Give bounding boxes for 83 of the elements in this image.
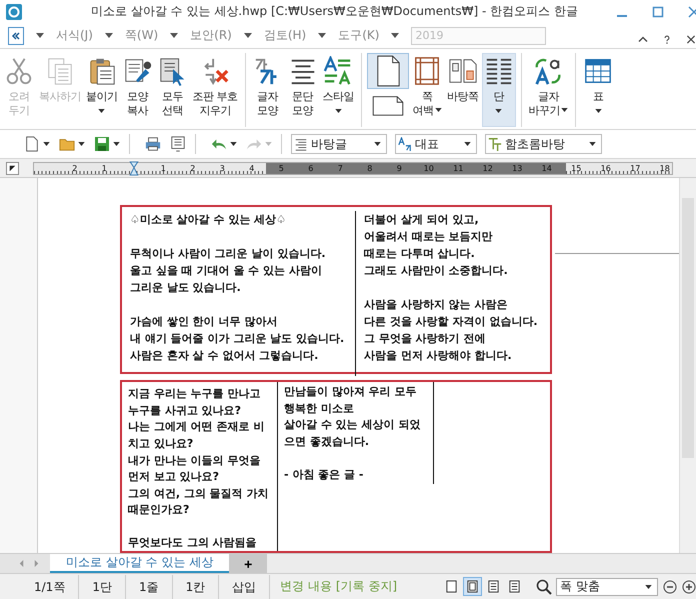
status-item[interactable]: 1줄 [126, 574, 173, 599]
scissors-icon [4, 56, 34, 86]
language-icon [398, 137, 412, 152]
zoom-in-icon[interactable] [682, 580, 696, 594]
toolbar-dropdown[interactable]: 바탕글 [291, 134, 387, 154]
menu-item[interactable]: 서식(J) [56, 27, 93, 44]
document-tab[interactable]: 미소로 살아갈 수 있는 세상 [50, 554, 230, 574]
paragraph: - 아침 좋은 글 - [284, 466, 364, 483]
indent-marker-icon[interactable] [128, 160, 139, 176]
caret-icon[interactable] [170, 33, 178, 38]
ribbon-button[interactable]: 바탕쪽 [445, 52, 480, 127]
status-item[interactable]: 1/1쪽 [0, 574, 80, 599]
ribbon-button[interactable]: 표 [581, 52, 615, 127]
chevron-up-icon[interactable] [638, 35, 648, 44]
ribbon-button[interactable]: 조판 부호 지우기 [190, 52, 240, 127]
caret-icon [464, 142, 471, 146]
paragraph: 무엇보다도 그의 사람됨을 [128, 535, 258, 551]
maximize-icon[interactable] [652, 6, 664, 18]
search-icon[interactable] [536, 578, 552, 595]
vertical-scrollbar[interactable] [679, 178, 696, 554]
caret-icon[interactable] [36, 33, 44, 38]
menu-item[interactable]: 쪽(W) [124, 27, 158, 44]
ribbon-button[interactable]: 스타일 [320, 52, 356, 127]
ribbon-button[interactable]: 글자 바꾸기 [526, 52, 570, 127]
help-icon[interactable] [662, 35, 672, 44]
preview-icon[interactable] [170, 136, 186, 152]
ribbon-button[interactable]: 붙이기 [84, 52, 120, 127]
toolbar-dropdown[interactable]: 대표 [395, 134, 477, 154]
paragraph: ♤미소로 살아갈 수 있는 세상♤ [130, 212, 288, 228]
caret-icon [645, 584, 652, 589]
caret-icon [374, 142, 381, 146]
ribbon-button[interactable]: 단 [482, 52, 516, 127]
caret-icon[interactable] [230, 142, 237, 146]
status-item[interactable]: 1단 [79, 574, 126, 599]
paragraph-style-icon [294, 137, 308, 152]
app-logo-icon [6, 4, 22, 20]
caret-icon [589, 142, 596, 146]
ribbon-button[interactable]: 모양 복사 [120, 52, 154, 127]
caret-icon[interactable] [113, 142, 120, 146]
caret-icon[interactable] [391, 33, 400, 38]
margins-icon [412, 56, 442, 86]
menu-item[interactable]: 도구(K) [338, 27, 380, 44]
horizontal-scrollbar[interactable] [267, 554, 696, 574]
save-icon[interactable] [94, 136, 110, 152]
font-icon [488, 137, 502, 152]
ribbon-button[interactable]: 모두 선택 [156, 52, 190, 127]
caret-icon[interactable] [104, 33, 113, 38]
page-view-icon [466, 580, 479, 594]
ribbon-button[interactable]: 문단 모양 [286, 52, 320, 127]
menu-item[interactable]: 보안(R) [190, 27, 232, 44]
paragraph: 지금 우리는 누구를 만나고 누구를 사귀고 있나요? 나는 그에게 어떤 존재로 비 치고 있나요? 내가 만나는 이들의 무엇을 먼저 보고 있나요? 그의 여건, 그의 물질적 가치 때문인가요? [128, 386, 270, 518]
paragraph: 가슴에 쌓인 한이 너무 많아서 내 얘기 들어줄 이가 그리운 날도 있습니다. 사람은 혼자 살 수 없어서 그렇습니다. [130, 314, 346, 364]
paragraph: 만남들이 많아져 우리 모두 행복한 미소로 살아갈 수 있는 세상이 되었 으면 좋겠습니다. [284, 384, 422, 450]
toolbar-dropdown[interactable]: 함초롬바탕 [485, 134, 602, 154]
new-tab-button[interactable]: + [229, 554, 268, 574]
double-chevron-icon [11, 30, 21, 41]
caret-icon[interactable] [318, 33, 326, 38]
page-view-icon [487, 580, 500, 594]
page-view-icon [445, 580, 458, 594]
print-icon[interactable] [145, 136, 161, 152]
portrait-page-icon [375, 54, 401, 86]
status-item[interactable]: 삽입 [219, 574, 270, 599]
ribbon-button[interactable]: 쪽 여백 [410, 52, 444, 127]
zoom-dropdown[interactable]: 폭 맞춤 [556, 578, 658, 596]
status-item[interactable]: 1칸 [172, 574, 220, 599]
caret-icon[interactable] [244, 33, 252, 38]
portrait-button[interactable] [367, 52, 409, 88]
window-title: 미소로 살아갈 수 있는 세상.hwp [C:₩Users₩오운현₩Documents₩] - 한컴오피스 한글 [90, 3, 579, 20]
paragraph: 더불어 살게 되어 있고, 어울려서 때로는 보듬지만 때로는 다투며 삽니다. 그래도 사람만이 소중합니다. [364, 212, 509, 280]
ruler-toggle-icon[interactable] [6, 162, 19, 175]
zoom-out-icon[interactable] [663, 580, 677, 594]
view-mode-button[interactable] [463, 577, 482, 596]
ribbon-button[interactable]: 글자 모양 [250, 52, 284, 127]
close-icon[interactable] [686, 35, 696, 44]
horizontal-ruler[interactable]: 2 1 1 2 3 4 5 6 7 8 9 10 11 12 13 14 15 16 17 18 [33, 162, 673, 175]
caret-icon[interactable] [43, 142, 50, 146]
collapse-button[interactable] [8, 26, 24, 45]
paragraph: 무척이나 사람이 그리운 날이 있습니다. 울고 싶을 때 기대어 울 수 있는 사람이 그리운 날도 있습니다. [130, 246, 326, 296]
page-view-icon [508, 580, 521, 594]
new-document-icon[interactable] [24, 136, 40, 152]
menu-item[interactable]: 검토(H) [264, 27, 306, 44]
caret-icon[interactable] [78, 142, 85, 146]
paragraph: 사람을 사랑하지 않는 사람은 다른 것을 사랑할 자격이 없습니다. 그 무엇을 사랑하기 전에 사람을 먼저 사랑해야 합니다. [364, 297, 538, 364]
